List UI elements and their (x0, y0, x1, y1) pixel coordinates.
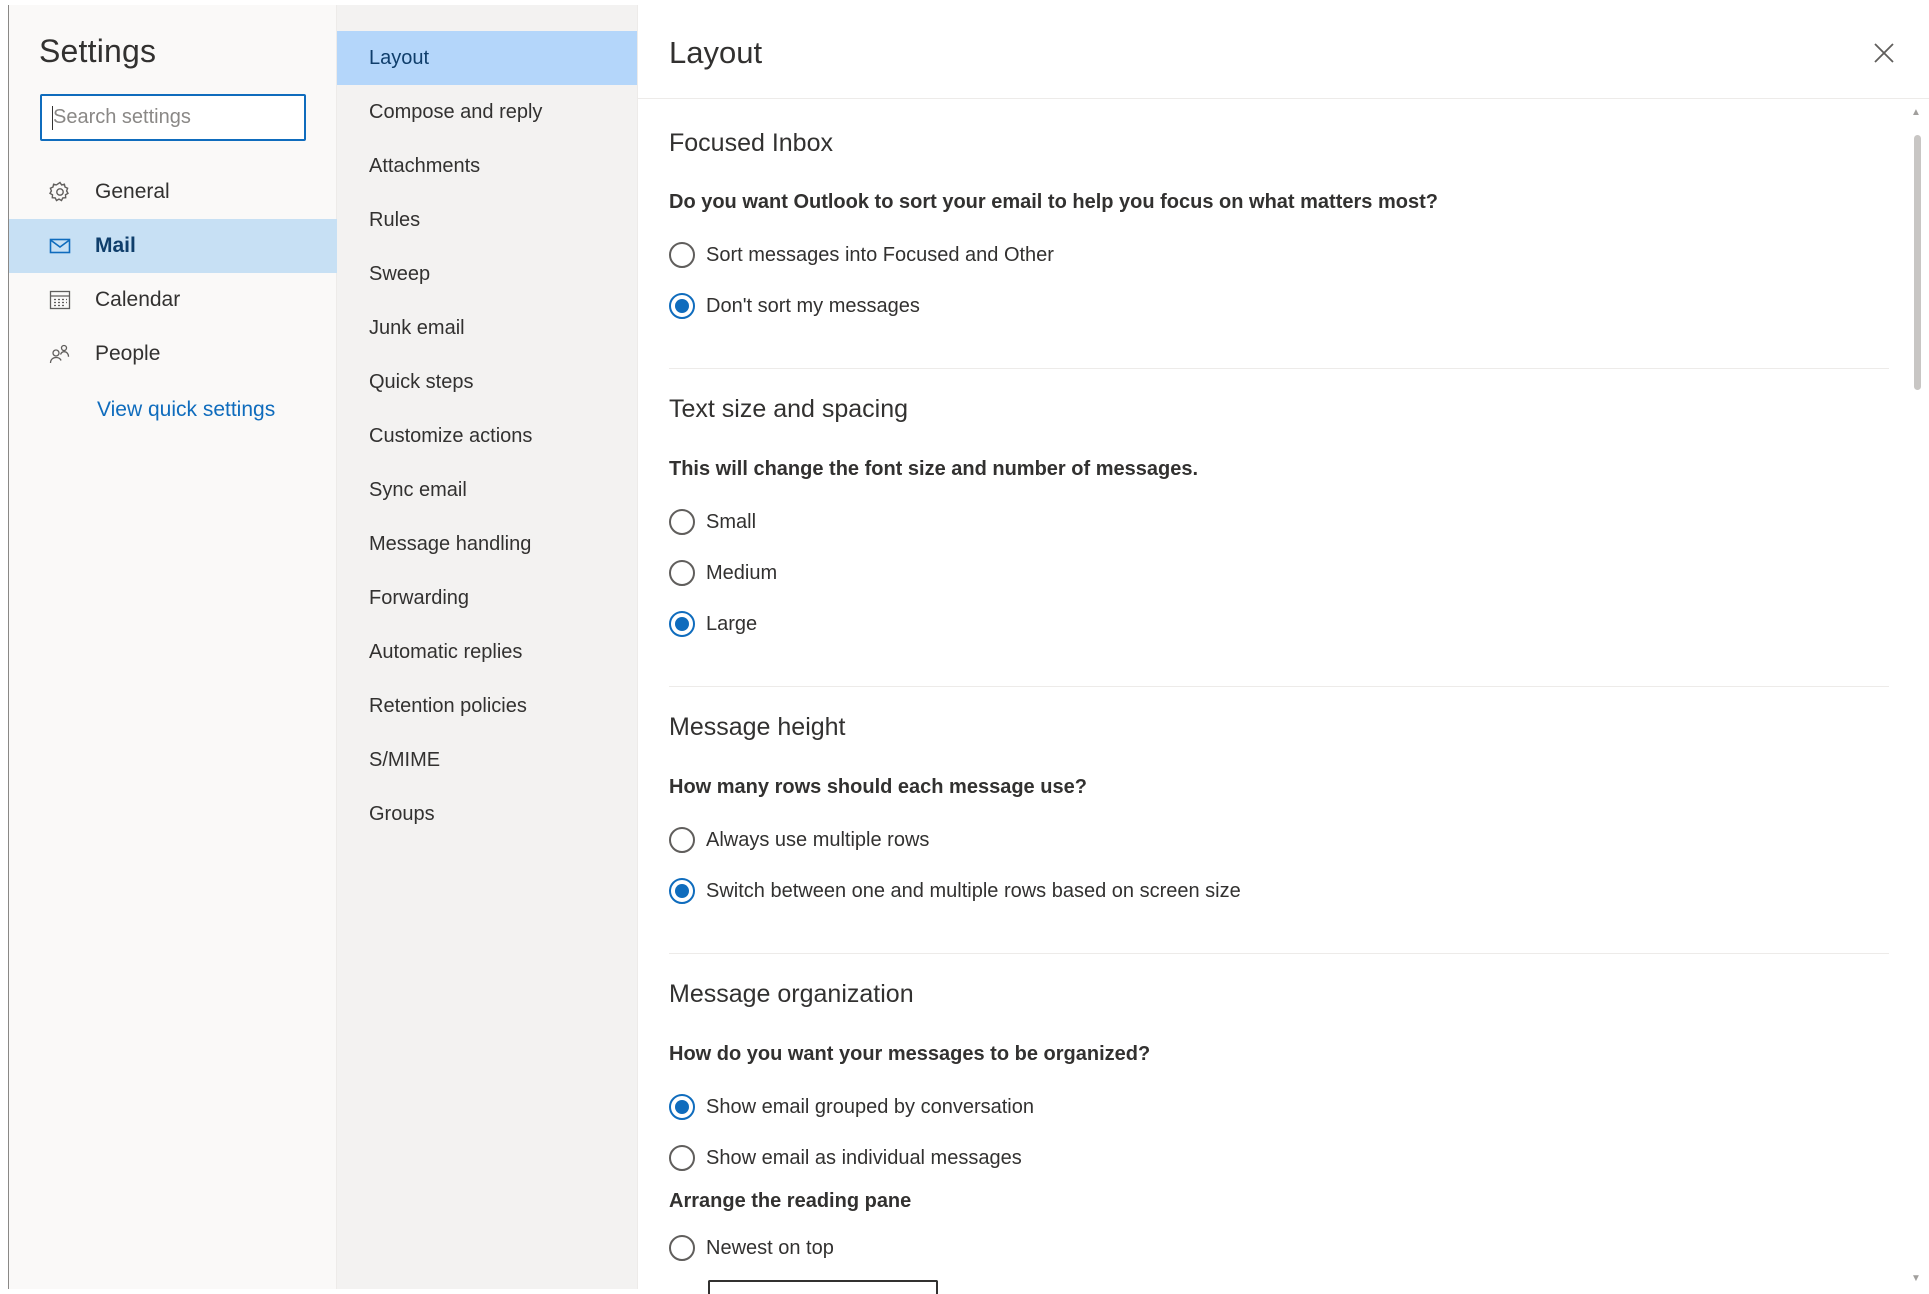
subsection-retention-policies[interactable]: Retention policies (337, 679, 637, 733)
category-label: People (95, 342, 161, 365)
subsection-sweep[interactable]: Sweep (337, 247, 637, 301)
settings-category-panel: Settings Search settings General Mail Ca… (9, 5, 337, 1289)
settings-title: Settings (39, 33, 157, 69)
radio-label: Show email as individual messages (706, 1146, 1022, 1169)
close-icon (1874, 43, 1894, 63)
scroll-up-arrow-icon[interactable]: ▲ (1911, 107, 1921, 118)
radio-label: Show email grouped by conversation (706, 1095, 1034, 1118)
reading-pane-label: Arrange the reading pane (669, 1190, 912, 1212)
subsection-automatic-replies[interactable]: Automatic replies (337, 625, 637, 679)
search-settings-input[interactable]: Search settings (40, 94, 306, 141)
section-title-message-height: Message height (669, 713, 846, 741)
radio-button-selected[interactable] (669, 1094, 695, 1120)
vertical-scrollbar[interactable]: ▲ ▼ (1906, 105, 1929, 1289)
message-height-question: How many rows should each message use? (669, 776, 1087, 798)
scroll-thumb[interactable] (1914, 135, 1921, 390)
radio-label: Always use multiple rows (706, 828, 930, 851)
partially-visible-control[interactable] (708, 1280, 938, 1294)
subsection-list: Layout Compose and reply Attachments Rul… (337, 31, 637, 841)
radio-label: Small (706, 510, 757, 533)
subsection-quick-steps[interactable]: Quick steps (337, 355, 637, 409)
radio-switch-rows[interactable]: Switch between one and multiple rows bas… (669, 873, 1241, 909)
settings-content: Focused Inbox Do you want Outlook to sor… (669, 100, 1889, 1294)
pane-title: Layout (669, 35, 763, 70)
section-divider (669, 953, 1889, 954)
scroll-down-arrow-icon[interactable]: ▼ (1911, 1273, 1921, 1284)
category-label: Mail (95, 234, 136, 257)
radio-label: Sort messages into Focused and Other (706, 243, 1054, 266)
radio-multiple-rows[interactable]: Always use multiple rows (669, 822, 929, 858)
layout-settings-pane: Layout Focused Inbox Do you want Outlook… (638, 5, 1929, 1294)
subsection-forwarding[interactable]: Forwarding (337, 571, 637, 625)
search-placeholder: Search settings (53, 106, 191, 128)
category-general[interactable]: General (9, 165, 337, 219)
close-button[interactable] (1866, 35, 1902, 71)
focused-inbox-question: Do you want Outlook to sort your email t… (669, 191, 1438, 213)
category-label: Calendar (95, 288, 181, 311)
radio-button-selected[interactable] (669, 611, 695, 637)
category-calendar[interactable]: Calendar (9, 273, 337, 327)
radio-newest-on-top[interactable]: Newest on top (669, 1230, 834, 1266)
radio-label: Medium (706, 561, 778, 584)
section-title-text-size: Text size and spacing (669, 395, 909, 423)
section-title-message-organization: Message organization (669, 980, 914, 1008)
radio-button[interactable] (669, 1145, 695, 1171)
radio-label: Newest on top (706, 1236, 834, 1259)
text-size-question: This will change the font size and numbe… (669, 458, 1198, 480)
radio-button[interactable] (669, 827, 695, 853)
radio-button[interactable] (669, 1235, 695, 1261)
radio-label: Large (706, 612, 758, 635)
subsection-smime[interactable]: S/MIME (337, 733, 637, 787)
header-divider (638, 98, 1929, 99)
radio-dont-sort[interactable]: Don't sort my messages (669, 288, 920, 324)
radio-button[interactable] (669, 509, 695, 535)
subsection-message-handling[interactable]: Message handling (337, 517, 637, 571)
category-mail[interactable]: Mail (9, 219, 337, 273)
section-divider (669, 686, 1889, 687)
calendar-icon (45, 285, 75, 315)
radio-button-selected[interactable] (669, 293, 695, 319)
section-title-focused-inbox: Focused Inbox (669, 129, 833, 157)
category-list: General Mail Calendar People (9, 165, 337, 381)
section-divider (669, 368, 1889, 369)
subsection-layout[interactable]: Layout (337, 31, 637, 85)
radio-label: Switch between one and multiple rows bas… (706, 879, 1241, 902)
radio-button-selected[interactable] (669, 878, 695, 904)
mail-subsection-panel: Layout Compose and reply Attachments Rul… (337, 5, 638, 1289)
people-icon (45, 339, 75, 369)
radio-small[interactable]: Small (669, 504, 756, 540)
subsection-compose-and-reply[interactable]: Compose and reply (337, 85, 637, 139)
message-organization-question: How do you want your messages to be orga… (669, 1043, 1151, 1065)
subsection-groups[interactable]: Groups (337, 787, 637, 841)
mail-icon (45, 231, 75, 261)
radio-large[interactable]: Large (669, 606, 757, 642)
gear-icon (45, 177, 75, 207)
radio-medium[interactable]: Medium (669, 555, 777, 591)
radio-label: Don't sort my messages (706, 294, 920, 317)
view-quick-settings-link[interactable]: View quick settings (97, 398, 275, 422)
category-label: General (95, 180, 170, 203)
radio-button[interactable] (669, 560, 695, 586)
subsection-junk-email[interactable]: Junk email (337, 301, 637, 355)
subsection-customize-actions[interactable]: Customize actions (337, 409, 637, 463)
category-people[interactable]: People (9, 327, 337, 381)
radio-grouped-conversation[interactable]: Show email grouped by conversation (669, 1089, 1034, 1125)
subsection-sync-email[interactable]: Sync email (337, 463, 637, 517)
radio-button[interactable] (669, 242, 695, 268)
radio-individual-messages[interactable]: Show email as individual messages (669, 1140, 1022, 1176)
radio-sort-focused-other[interactable]: Sort messages into Focused and Other (669, 237, 1054, 273)
subsection-attachments[interactable]: Attachments (337, 139, 637, 193)
subsection-rules[interactable]: Rules (337, 193, 637, 247)
